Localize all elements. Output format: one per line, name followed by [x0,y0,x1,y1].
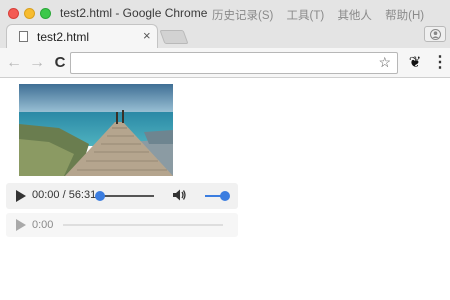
extension-icon[interactable]: ❦ [406,54,424,72]
forward-arrow-icon[interactable]: → [28,54,46,72]
video-seek-thumb[interactable] [95,191,105,201]
menu-help[interactable]: 帮助(H) [385,10,424,22]
window-maximize-button[interactable] [40,8,51,19]
audio-time: 0:00 [32,219,54,231]
browser-toolbar: ← → C ☆ ❦ ⋮ [0,48,450,78]
menu-bar: 历史记录(S) 工具(T) 其他人 帮助(H) [212,7,434,23]
profile-button[interactable] [424,26,446,42]
close-icon[interactable]: × [143,28,151,43]
menu-tools[interactable]: 工具(T) [287,10,325,22]
video-controls: 00:00 / 56:31 [6,183,238,209]
back-arrow-icon[interactable]: ← [5,54,23,72]
reload-icon[interactable]: C [51,54,69,72]
audio-controls: 0:00 [6,213,238,237]
play-icon[interactable] [16,190,26,202]
document-icon [19,31,28,42]
play-icon[interactable] [16,219,26,231]
video-poster[interactable] [19,84,173,176]
person-icon [430,29,441,40]
video-time: 00:00 / 56:31 [32,189,97,201]
menu-history[interactable]: 历史记录(S) [212,10,273,22]
tab-strip: test2.html × [0,22,450,48]
window-minimize-button[interactable] [24,8,35,19]
address-bar[interactable]: ☆ [70,52,398,74]
bookmark-star-icon[interactable]: ☆ [378,54,391,71]
window-title: test2.html - Google Chrome [60,6,208,20]
new-tab-button[interactable] [159,30,189,44]
tab-test2[interactable]: test2.html × [6,24,158,48]
tab-label: test2.html [37,30,90,44]
volume-slider-thumb[interactable] [220,191,230,201]
menu-kebab-icon[interactable]: ⋮ [432,54,448,72]
audio-seek-bar[interactable] [63,224,223,226]
pier-image [19,84,173,176]
video-seek-bar[interactable] [98,195,154,197]
window-close-button[interactable] [8,8,19,19]
menu-people[interactable]: 其他人 [337,10,372,22]
volume-icon[interactable] [171,187,187,203]
